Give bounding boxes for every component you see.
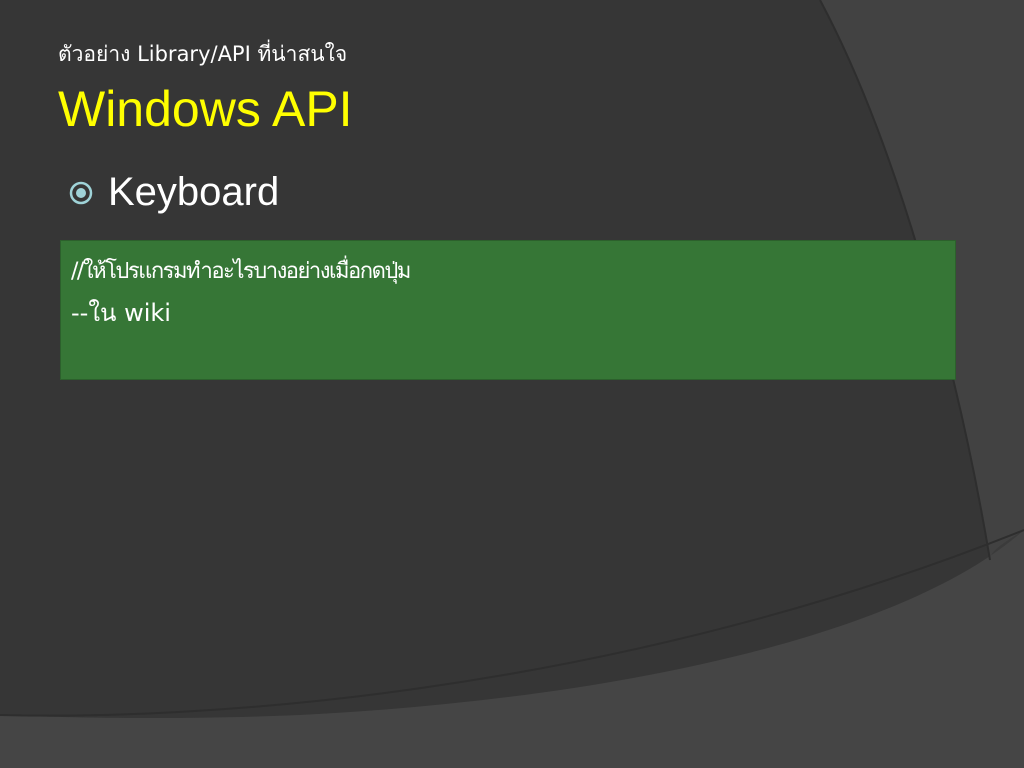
bullet-item: Keyboard xyxy=(68,170,279,215)
slide-subtitle: ตัวอย่าง Library/API ที่น่าสนใจ xyxy=(58,42,348,66)
code-note-line: --ใน wiki xyxy=(71,299,171,327)
circled-dot-icon xyxy=(69,181,93,204)
code-comment-line: //ให้โปรแกรมทำอะไรบางอย่างเมื่อกดปุ่ม xyxy=(71,259,411,284)
bullet-text: Keyboard xyxy=(108,170,280,214)
code-box: //ให้โปรแกรมทำอะไรบางอย่างเมื่อกดปุ่ม --… xyxy=(60,240,956,380)
slide-title: Windows API xyxy=(58,81,353,137)
